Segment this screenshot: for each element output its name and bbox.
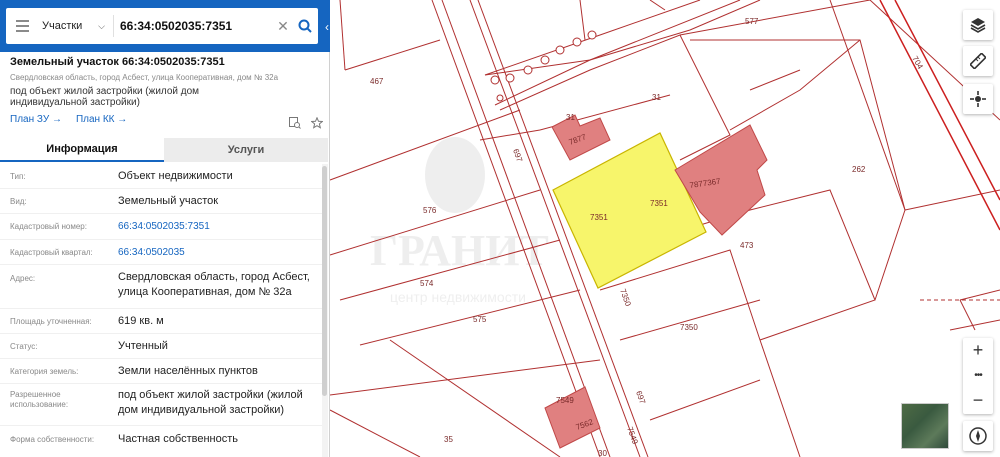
label-577: 577 [745,17,759,26]
object-header: Земельный участок 66:34:0502035:7351 Све… [10,56,320,125]
property-row: Вид: Земельный участок [0,189,322,214]
tab-services[interactable]: Услуги [164,138,328,162]
search-on-map-icon[interactable] [289,117,301,129]
watermark: ГРАНИТ центр недвижимости [370,137,549,305]
cadastral-number-link[interactable]: 66:34:0502035:7351 [118,219,322,234]
scrollbar-thumb[interactable] [322,166,327,396]
locate-button[interactable] [963,84,993,114]
compass-button[interactable] [963,421,993,451]
property-value: под объект жилой застройки (жилой дом ин… [118,389,303,416]
cadastral-quarter-link[interactable]: 66:34:0502035 [118,245,322,260]
star-icon[interactable] [311,117,323,129]
label-697b: 697 [634,390,647,406]
plan-kk-link[interactable]: План КК → [76,114,127,125]
label-7351a: 7351 [590,213,608,222]
property-key: Площадь уточненная: [10,317,92,326]
property-row: Адрес: Свердловская область, город Асбес… [0,265,322,309]
search-button[interactable] [292,19,318,33]
property-key: Тип: [10,172,26,181]
layers-icon [970,18,986,33]
label-576: 576 [423,206,437,215]
label-574: 574 [420,279,434,288]
property-key: Кадастровый номер: [10,222,87,231]
property-row: Кадастровый квартал: 66:34:0502035 [0,240,322,265]
label-575: 575 [473,315,487,324]
ruler-icon [970,53,986,69]
zoom-in-button[interactable]: + [963,338,993,363]
label-7350a: 7350 [680,323,698,332]
crosshair-icon [970,91,986,107]
property-value: 619 кв. м [118,315,164,327]
layer-select[interactable]: Участки ⌵ [38,15,114,37]
property-row: Разрешенное использование: под объект жи… [0,384,322,426]
tab-info[interactable]: Информация [0,138,164,162]
more-options-button[interactable]: ••• [963,363,993,388]
property-row: Статус: Учтенный [0,334,322,359]
label-262: 262 [852,165,866,174]
property-row: Тип: Объект недвижимости [0,164,322,189]
search-icon [298,19,312,33]
zoom-out-button[interactable]: − [963,388,993,413]
property-row: Кадастровый номер: 66:34:0502035:7351 [0,214,322,240]
chevron-down-icon: ⌵ [98,20,105,31]
search-bar: Участки ⌵ 66:34:0502035:7351 ✕ ‹ [0,0,330,52]
label-7350b: 7350 [618,288,633,308]
label-7549: 7549 [556,396,574,405]
collapse-panel-icon[interactable]: ‹ [322,18,332,36]
property-key: Разрешенное использование: [10,390,69,409]
object-usage: под объект жилой застройки (жилой дом ин… [10,86,200,108]
label-697a: 697 [511,148,524,164]
label-7351b: 7351 [650,199,668,208]
tabs: Информация Услуги [0,138,328,162]
plan-zu-link[interactable]: План ЗУ → [10,114,62,125]
property-value: Объект недвижимости [118,170,233,182]
property-key: Вид: [10,197,27,206]
object-title: Земельный участок 66:34:0502035:7351 [10,56,225,68]
property-value: Земельный участок [118,195,219,207]
label-704: 704 [910,55,925,72]
property-key: Категория земель: [10,367,79,376]
menu-icon[interactable] [6,8,38,44]
search-box: Участки ⌵ 66:34:0502035:7351 ✕ [6,8,318,44]
properties-list: Тип: Объект недвижимости Вид: Земельный … [0,164,322,452]
compass-icon [969,427,987,445]
satellite-minimap[interactable] [901,403,949,449]
search-input[interactable]: 66:34:0502035:7351 [114,19,274,33]
label-31a: 31 [566,113,575,122]
property-row: Площадь уточненная: 619 кв. м [0,309,322,334]
layers-button[interactable] [963,10,993,40]
property-row: Категория земель: Земли населённых пункт… [0,359,322,384]
info-panel: Участки ⌵ 66:34:0502035:7351 ✕ ‹ Земельн… [0,0,330,457]
label-35: 35 [444,435,453,444]
property-value: Учтенный [118,340,168,352]
zoom-controls: + ••• − [963,338,993,414]
label-473: 473 [740,241,754,250]
property-key: Форма собственности: [10,435,95,444]
label-30: 30 [598,449,607,457]
label-31b: 31 [652,93,661,102]
property-row: Форма собственности: Частная собственнос… [0,426,322,452]
property-value: Свердловская область, город Асбест, улиц… [118,271,310,298]
ruler-button[interactable] [963,46,993,76]
property-key: Адрес: [10,274,36,283]
property-key: Статус: [10,342,38,351]
layer-select-value: Участки [42,20,83,32]
label-467: 467 [370,77,384,86]
watermark-subtitle: центр недвижимости [390,289,526,305]
property-value: Частная собственность [118,433,239,445]
object-address: Свердловская область, город Асбест, улиц… [10,73,279,82]
property-key: Кадастровый квартал: [10,248,93,257]
clear-icon[interactable]: ✕ [274,18,292,35]
property-value: Земли населённых пунктов [118,365,258,377]
